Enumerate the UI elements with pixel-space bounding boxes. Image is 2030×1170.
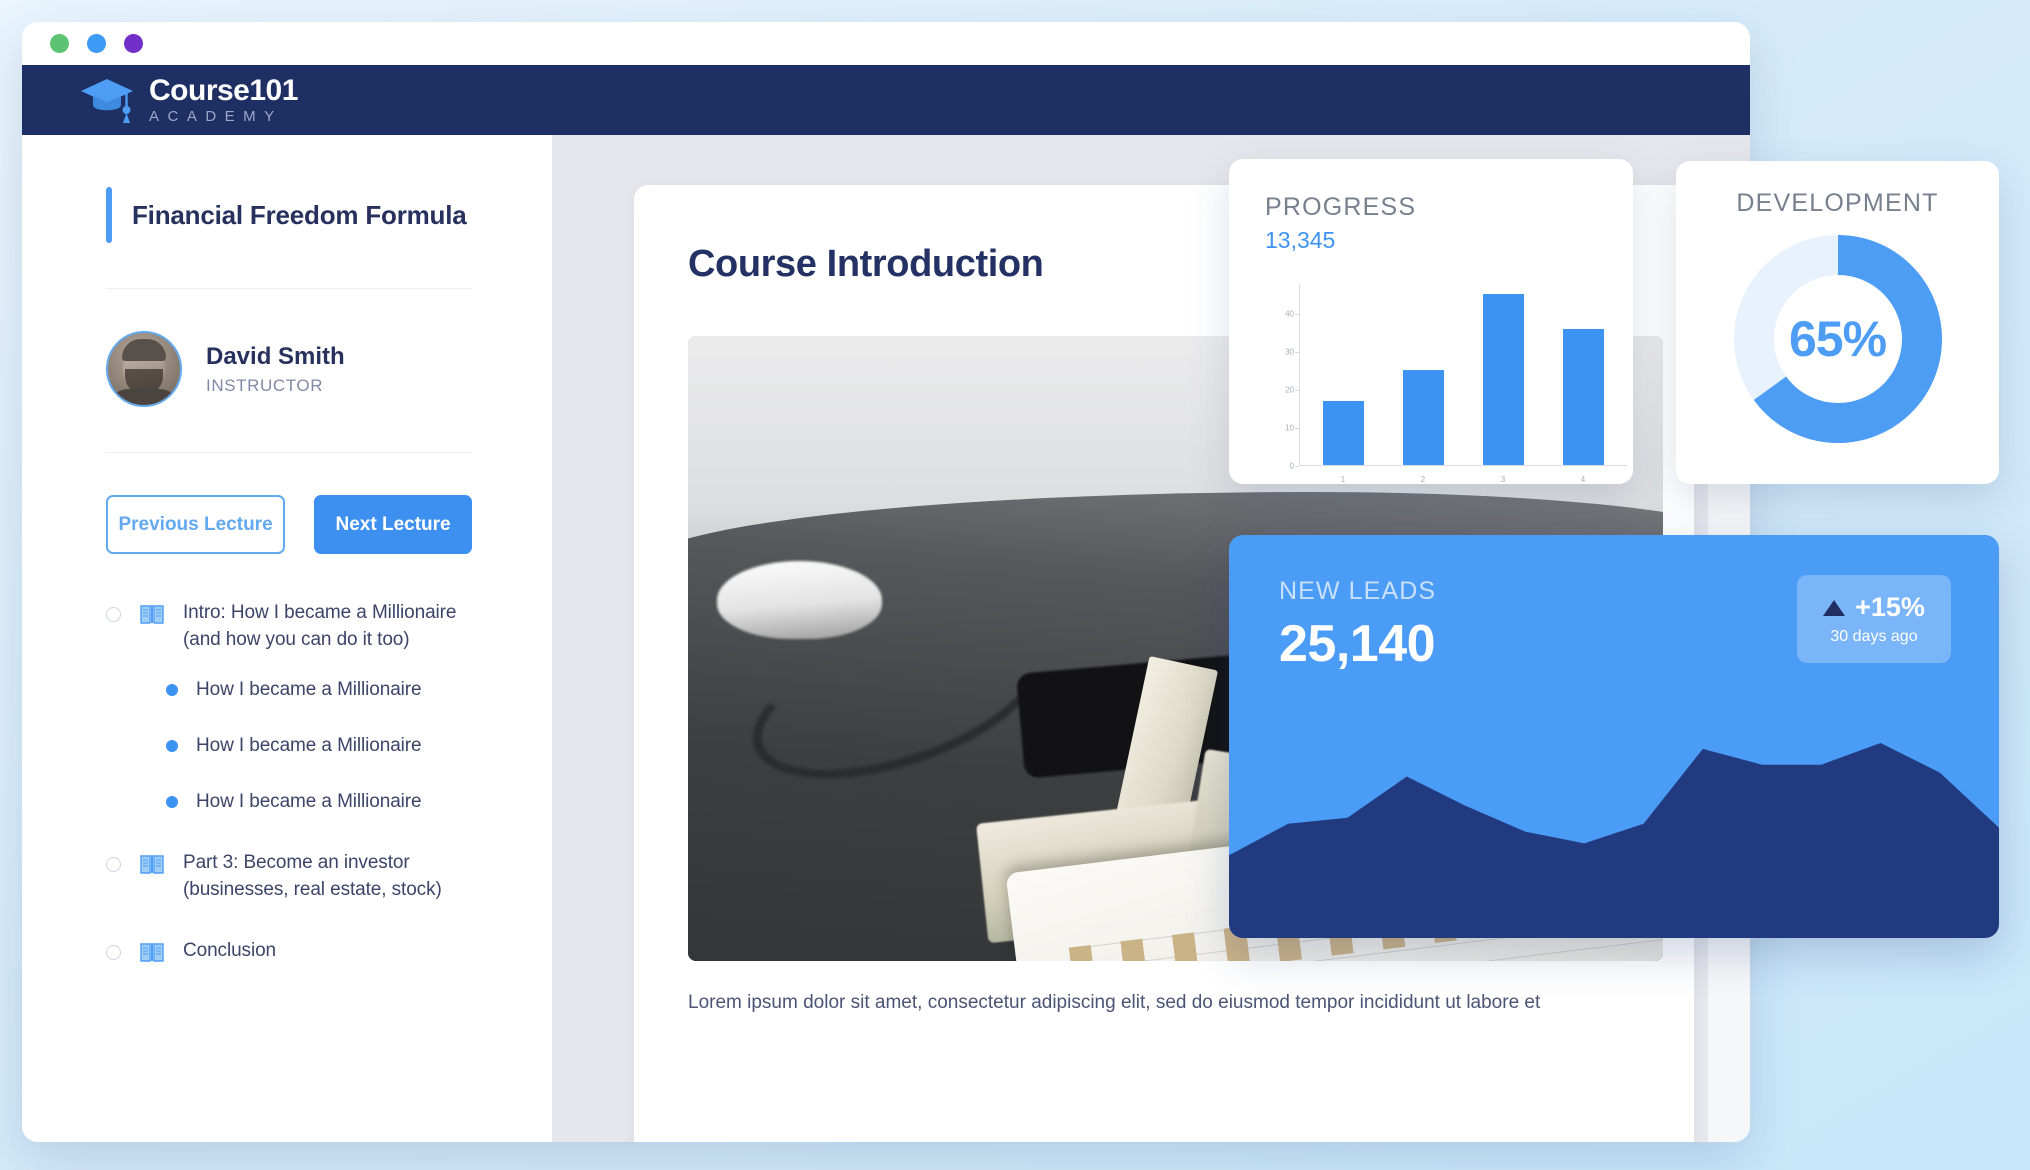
graduation-cap-icon	[79, 75, 135, 125]
progress-widget: PROGRESS 13,345 0 10 20 30 40 1234	[1229, 159, 1633, 484]
brand-name: Course101	[149, 74, 298, 107]
y-tick-mark	[1295, 428, 1299, 430]
course-title-row: Financial Freedom Formula	[106, 187, 472, 243]
list-item[interactable]: How I became a Millionaire	[106, 677, 472, 704]
instructor-card[interactable]: David Smith INSTRUCTOR	[106, 331, 472, 407]
lesson-list: Intro: How I became a Millionaire (and h…	[106, 600, 472, 965]
blue-dot[interactable]	[87, 34, 106, 53]
completion-ring-icon	[106, 944, 121, 960]
development-label: DEVELOPMENT	[1736, 189, 1939, 217]
lesson-caption: Lorem ipsum dolor sit amet, consectetur …	[688, 992, 1541, 1013]
lecture-nav: Previous Lecture Next Lecture	[106, 495, 472, 554]
lesson-label: Conclusion	[183, 939, 276, 961]
y-tick-mark	[1295, 390, 1299, 392]
y-tick-mark	[1295, 352, 1299, 354]
bar-3	[1482, 294, 1524, 465]
y-tick-mark	[1295, 314, 1299, 316]
badge-period: 30 days ago	[1830, 628, 1918, 645]
bullet-icon	[166, 740, 178, 753]
instructor-role: INSTRUCTOR	[206, 375, 324, 395]
development-donut-chart: 65%	[1733, 234, 1943, 444]
bullet-icon	[166, 796, 178, 809]
instructor-name: David Smith	[206, 342, 345, 370]
book-icon	[139, 941, 165, 963]
sidebar: Financial Freedom Formula David Smith IN…	[22, 135, 552, 1142]
green-dot[interactable]	[50, 34, 69, 53]
list-item[interactable]: How I became a Millionaire	[106, 733, 472, 760]
list-item[interactable]: Intro: How I became a Millionaire (and h…	[106, 600, 472, 654]
course-title: Financial Freedom Formula	[132, 199, 467, 230]
progress-label: PROGRESS	[1265, 193, 1417, 221]
list-item[interactable]: How I became a Millionaire	[106, 789, 472, 816]
new-leads-area-chart	[1229, 743, 1999, 938]
development-percent: 65%	[1788, 311, 1887, 367]
bar-group	[1303, 284, 1623, 465]
x-tick-group: 1 2 3 4	[1303, 466, 1623, 484]
progress-value: 13,345	[1265, 227, 1336, 253]
divider-2	[106, 452, 472, 453]
status-badge: +15% 30 days ago	[1797, 575, 1951, 663]
lesson-label: Part 3: Become an investor (businesses, …	[183, 851, 442, 900]
bar-4	[1562, 328, 1604, 465]
book-icon	[139, 853, 165, 875]
x-tick-label: 3	[1500, 475, 1506, 484]
lesson-label: How I became a Millionaire	[196, 678, 422, 700]
book-icon	[139, 603, 165, 625]
list-item[interactable]: Part 3: Become an investor (businesses, …	[106, 850, 472, 904]
bar-2	[1402, 370, 1444, 465]
y-axis	[1299, 284, 1300, 466]
new-leads-widget: NEW LEADS 25,140 +15% 30 days ago	[1229, 535, 1999, 938]
lesson-label: Intro: How I became a Millionaire (and h…	[183, 602, 457, 650]
up-triangle-icon	[1823, 599, 1846, 616]
lesson-label: How I became a Millionaire	[196, 790, 422, 812]
bar-1	[1322, 400, 1364, 465]
divider-1	[106, 288, 472, 289]
x-tick-label: 1	[1340, 475, 1346, 484]
x-tick-label: 4	[1580, 475, 1586, 484]
development-widget: DEVELOPMENT 65%	[1676, 161, 1999, 484]
brand-header: Course101 ACADEMY	[22, 65, 1750, 135]
lesson-label: How I became a Millionaire	[196, 734, 422, 756]
x-tick-label: 2	[1420, 475, 1426, 484]
completion-ring-icon	[106, 607, 121, 622]
purple-dot[interactable]	[124, 34, 143, 53]
completion-ring-icon	[106, 856, 121, 872]
next-lecture-button[interactable]: Next Lecture	[314, 495, 472, 554]
progress-bar-chart: 0 10 20 30 40 1234	[1279, 284, 1627, 484]
list-item[interactable]: Conclusion	[106, 938, 472, 965]
avatar	[106, 331, 182, 407]
window-titlebar	[22, 22, 1750, 65]
bullet-icon	[166, 684, 178, 697]
brand-subtitle: ACADEMY	[149, 108, 283, 125]
accent-bar	[106, 187, 112, 243]
previous-lecture-button[interactable]: Previous Lecture	[106, 495, 286, 554]
y-tick-mark	[1295, 466, 1299, 467]
logo[interactable]: Course101 ACADEMY	[79, 75, 298, 125]
badge-change: +15%	[1855, 592, 1925, 622]
